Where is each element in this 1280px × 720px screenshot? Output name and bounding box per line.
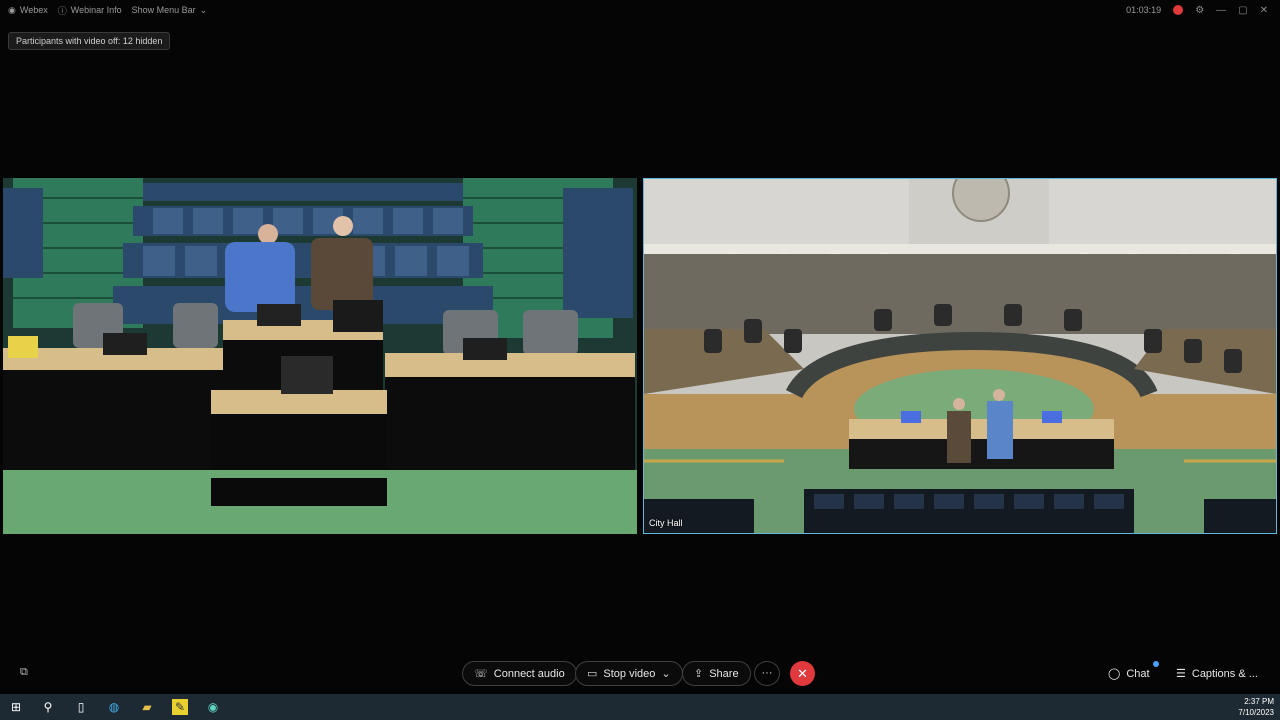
webinar-info-label: Webinar Info (70, 5, 122, 15)
maximize-icon[interactable]: ▢ (1238, 5, 1247, 16)
share-label: Share (709, 667, 739, 680)
stop-video-button[interactable]: ▭ Stop video ⌄ (575, 661, 683, 686)
share-button[interactable]: ⇪ Share (682, 661, 751, 686)
search-icon[interactable]: ⚲ (40, 699, 56, 715)
webex-app-icon[interactable]: ◉ (205, 699, 221, 715)
file-icon[interactable]: ▯ (73, 699, 89, 715)
folder-icon[interactable]: ▰ (139, 699, 155, 715)
app-name: Webex (19, 5, 48, 15)
top-bar: ◉ Webex ⓘ Webinar Info Show Menu Bar ⌄ 0… (0, 0, 1280, 20)
chat-notification-badge (1153, 661, 1159, 667)
clock-time: 2:37 PM (1244, 697, 1274, 706)
camera-icon: ▭ (587, 668, 598, 680)
captions-button[interactable]: ☰ Captions & ... (1176, 661, 1258, 686)
connect-audio-label: Connect audio (493, 667, 565, 680)
captions-icon: ☰ (1176, 668, 1186, 680)
phone-icon: ☏ (474, 668, 488, 680)
system-clock[interactable]: 2:37 PM 7/10/2023 (1238, 696, 1274, 718)
close-icon[interactable]: ✕ (1260, 5, 1268, 16)
leave-meeting-button[interactable]: ✕ (790, 661, 815, 686)
stop-video-label: Stop video (603, 667, 656, 680)
webex-menu[interactable]: ◉ Webex (8, 5, 48, 16)
video-tile-left[interactable] (3, 178, 637, 534)
video-tile-label: City Hall (649, 518, 683, 528)
chat-icon: ◯ (1108, 668, 1121, 680)
participants-notice[interactable]: Participants with video off: 12 hidden (8, 32, 171, 50)
sticky-notes-icon[interactable]: ✎ (172, 699, 188, 715)
webex-logo-icon: ◉ (8, 4, 16, 15)
chat-button[interactable]: ◯ Chat (1108, 661, 1159, 686)
show-menu-bar-label: Show Menu Bar (131, 5, 196, 15)
settings-icon[interactable]: ⚙ (1195, 5, 1204, 16)
video-tile-right[interactable]: City Hall (643, 178, 1277, 534)
clock-date: 7/10/2023 (1238, 708, 1274, 717)
windows-start-icon[interactable]: ⊞ (8, 699, 24, 715)
captions-label: Captions & ... (1191, 667, 1258, 680)
windows-taskbar: ⊞ ⚲ ▯ ◍ ▰ ✎ ◉ 2:37 PM 7/10/2023 (0, 694, 1280, 720)
video-feed-right (644, 179, 1276, 533)
chevron-down-icon[interactable]: ⌄ (661, 667, 670, 680)
meeting-controls: ⧉ ☏ Connect audio ▭ Stop video ⌄ ⇪ Share… (0, 658, 1280, 690)
more-options-button[interactable]: ··· (754, 661, 780, 686)
chevron-down-icon: ⌄ (199, 4, 208, 15)
chat-label: Chat (1126, 667, 1150, 680)
connect-audio-button[interactable]: ☏ Connect audio (462, 661, 577, 686)
share-icon: ⇪ (694, 668, 704, 680)
webinar-info-button[interactable]: ⓘ Webinar Info (58, 4, 122, 17)
meeting-timer: 01:03:19 (1126, 5, 1162, 15)
show-menu-bar-button[interactable]: Show Menu Bar ⌄ (132, 5, 208, 16)
info-icon: ⓘ (57, 5, 67, 16)
edge-browser-icon[interactable]: ◍ (106, 699, 122, 715)
recording-icon (1173, 5, 1184, 15)
layout-icon[interactable]: ⧉ (20, 666, 34, 680)
minimize-icon[interactable]: — (1216, 5, 1226, 16)
video-feed-left (3, 178, 637, 534)
